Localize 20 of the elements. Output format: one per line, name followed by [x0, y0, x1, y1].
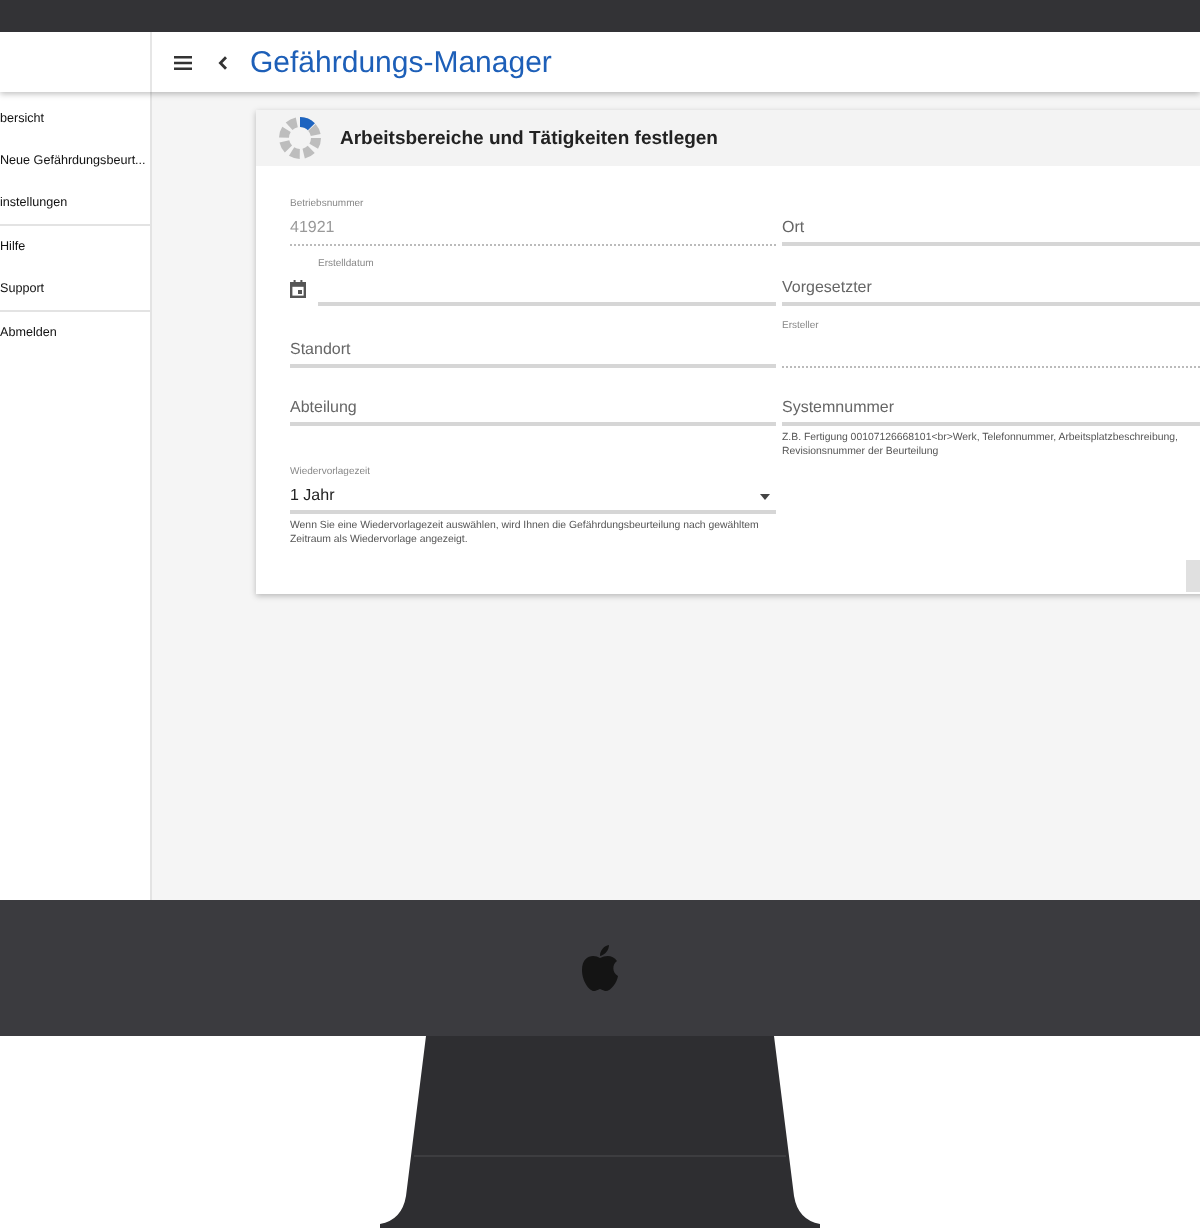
input-field[interactable]: Vorgesetzter	[782, 278, 1200, 306]
menu-icon[interactable]	[174, 55, 192, 69]
field-value: 1 Jahr	[290, 486, 335, 506]
calendar-icon[interactable]	[290, 280, 306, 298]
input-field[interactable]: Systemnummer	[782, 398, 1200, 426]
field-placeholder: Vorgesetzter	[782, 278, 874, 298]
back-chevron-icon[interactable]	[218, 55, 228, 69]
field-placeholder: Abteilung	[290, 398, 359, 418]
input-field[interactable]: Abteilung	[290, 398, 776, 426]
input-field[interactable]: Ort	[782, 218, 1200, 246]
logo-icon	[580, 944, 620, 992]
caret-icon	[760, 493, 770, 499]
input-field[interactable]: Standort	[290, 340, 776, 368]
field-placeholder: Standort	[290, 340, 353, 360]
card-title: Arbeitsbereiche und Tätigkeiten festlegen	[340, 127, 718, 149]
field-value: 41921	[290, 218, 337, 238]
progress-ring-icon	[278, 116, 322, 160]
field-placeholder: Systemnummer	[782, 398, 897, 418]
field-placeholder: Ort	[782, 218, 807, 238]
app-title: Gefährdungs-Manager	[250, 45, 552, 79]
